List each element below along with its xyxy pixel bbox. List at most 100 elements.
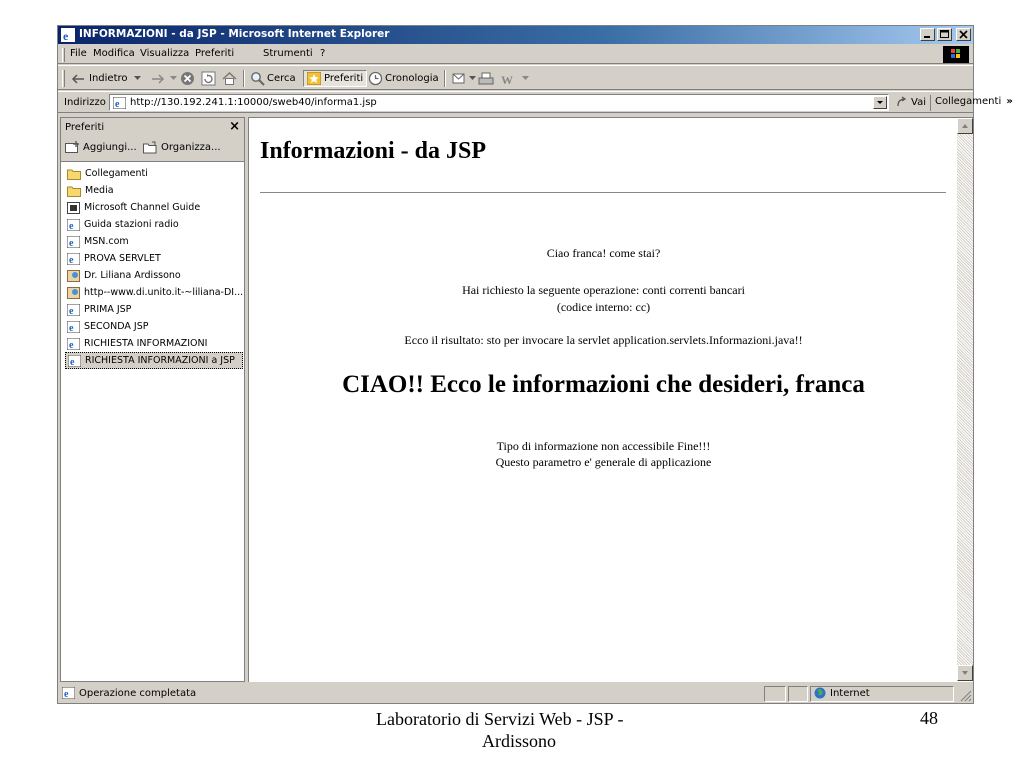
close-button[interactable] xyxy=(956,28,971,41)
scroll-down-button[interactable] xyxy=(957,665,973,681)
slide-page-number: 48 xyxy=(920,708,938,728)
image-page-icon xyxy=(67,286,80,299)
windows-logo xyxy=(943,46,969,63)
security-zone[interactable]: Internet xyxy=(814,687,870,699)
add-favorite-icon xyxy=(65,141,79,153)
menu-strumenti[interactable]: Strumenti xyxy=(263,48,313,59)
close-pane-icon[interactable]: × xyxy=(229,119,240,134)
title-bar[interactable]: e INFORMAZIONI - da JSP - Microsoft Inte… xyxy=(58,26,973,44)
favorite-item-label: PRIMA JSP xyxy=(84,304,132,315)
address-dropdown-button[interactable] xyxy=(873,96,887,109)
svg-text:e: e xyxy=(70,357,75,367)
go-button[interactable]: Vai xyxy=(896,96,926,108)
request-text: Hai richiesto la seguente operazione: co… xyxy=(462,283,745,297)
favorite-item-label: MSN.com xyxy=(84,236,129,247)
big-message: CIAO!! Ecco le informazioni che desideri… xyxy=(342,371,865,398)
favorite-item[interactable]: e PRIMA JSP xyxy=(65,301,243,318)
browser-window: e INFORMAZIONI - da JSP - Microsoft Inte… xyxy=(57,25,1013,704)
favorite-item[interactable]: Collegamenti xyxy=(65,165,243,182)
favorite-item[interactable]: e RICHIESTA INFORMAZIONI a JSP xyxy=(65,352,243,369)
search-icon xyxy=(251,72,265,86)
favorites-tools: Aggiungi... Organizza... xyxy=(61,136,244,162)
favorite-item[interactable]: e RICHIESTA INFORMAZIONI xyxy=(65,335,243,352)
scroll-up-icon xyxy=(962,124,968,128)
menu-file[interactable]: File xyxy=(70,48,87,59)
favorites-pane: Preferiti × Aggiungi... Organizza... Col… xyxy=(60,117,245,682)
greeting-text: Ciao franca! come stai? xyxy=(546,246,661,260)
menu-grip[interactable] xyxy=(62,48,65,62)
search-button[interactable]: Cerca xyxy=(250,70,296,87)
favorites-button[interactable]: Preferiti xyxy=(303,70,368,87)
svg-text:e: e xyxy=(69,255,74,265)
add-favorite-button[interactable]: Aggiungi... xyxy=(65,141,137,154)
windows-flag-icon xyxy=(951,49,960,58)
favorite-item-label: Collegamenti xyxy=(85,168,148,179)
address-url: http://130.192.241.1:10000/sweb40/inform… xyxy=(130,97,377,108)
favorite-item-label: Dr. Liliana Ardissono xyxy=(84,270,181,281)
ie-page-icon: e xyxy=(113,97,126,109)
favorite-item-label: Media xyxy=(85,185,114,196)
favorite-item-label: SECONDA JSP xyxy=(84,321,149,332)
address-label: Indirizzo xyxy=(64,97,106,108)
ie-page-icon: e xyxy=(67,252,80,265)
favorite-item[interactable]: Media xyxy=(65,182,243,199)
favorite-item[interactable]: e PROVA SERVLET xyxy=(65,250,243,267)
print-button[interactable] xyxy=(478,70,494,87)
favorite-item[interactable]: e SECONDA JSP xyxy=(65,318,243,335)
chevron-down-icon xyxy=(522,76,529,80)
refresh-button[interactable] xyxy=(201,70,216,87)
ie-page-icon: e xyxy=(62,687,75,699)
edit-button[interactable]: W xyxy=(500,70,516,87)
menu-preferiti[interactable]: Preferiti xyxy=(195,48,234,59)
edit-word-icon: W xyxy=(501,73,513,86)
svg-text:e: e xyxy=(69,221,74,231)
organize-favorites-button[interactable]: Organizza... xyxy=(143,141,221,154)
forward-arrow-icon xyxy=(152,73,165,84)
request-code-text: (codice interno: cc) xyxy=(556,300,651,314)
toolbar-grip[interactable] xyxy=(62,70,65,87)
menu-modifica[interactable]: Modifica xyxy=(93,48,135,59)
favorite-item[interactable]: Microsoft Channel Guide xyxy=(65,199,243,216)
stop-button[interactable] xyxy=(180,70,195,87)
folder-icon xyxy=(67,185,81,197)
links-label: Collegamenti xyxy=(935,96,1002,107)
menu-help[interactable]: ? xyxy=(320,48,325,59)
favorite-item-label: Guida stazioni radio xyxy=(84,219,179,230)
menu-visualizza[interactable]: Visualizza xyxy=(140,48,189,59)
refresh-icon xyxy=(201,71,216,86)
go-label: Vai xyxy=(911,96,926,108)
favorite-item[interactable]: http--www.di.unito.it-~liliana-DI... xyxy=(65,284,243,301)
back-label: Indietro xyxy=(89,73,128,84)
favorite-item[interactable]: e MSN.com xyxy=(65,233,243,250)
result-text: Ecco il risultato: sto per invocare la s… xyxy=(404,333,803,347)
history-button[interactable]: Cronologia xyxy=(368,70,439,87)
status-bar: e Operazione completata Internet xyxy=(58,685,973,703)
web-content-area: Informazioni - da JSP Ciao franca! come … xyxy=(248,117,973,682)
maximize-button[interactable] xyxy=(937,28,952,41)
scroll-down-icon xyxy=(962,671,968,675)
vertical-scrollbar[interactable] xyxy=(957,118,973,681)
back-button[interactable]: Indietro xyxy=(70,70,141,87)
forward-button[interactable] xyxy=(151,70,177,87)
home-button[interactable] xyxy=(222,70,237,87)
ie-page-icon: e xyxy=(67,235,80,248)
resize-grip-icon[interactable] xyxy=(960,690,972,702)
mail-icon xyxy=(452,73,465,84)
close-icon xyxy=(959,30,968,39)
zone-label: Internet xyxy=(830,687,870,699)
favorite-item[interactable]: e Guida stazioni radio xyxy=(65,216,243,233)
links-button[interactable]: Collegamenti » xyxy=(930,95,1013,111)
mail-button[interactable] xyxy=(452,70,476,87)
favorites-pane-title: Preferiti xyxy=(65,122,105,133)
forward-dropdown-icon xyxy=(170,76,177,80)
page-heading: Informazioni - da JSP xyxy=(260,138,487,164)
favorite-item[interactable]: Dr. Liliana Ardissono xyxy=(65,267,243,284)
svg-text:e: e xyxy=(69,306,74,316)
scroll-up-button[interactable] xyxy=(957,118,973,134)
ie-page-icon: e xyxy=(67,337,80,350)
more-tools-button[interactable] xyxy=(522,70,529,87)
favorites-list: Collegamenti Media Microsoft Channel Guide… xyxy=(65,165,243,369)
address-input[interactable]: e http://130.192.241.1:10000/sweb40/info… xyxy=(109,94,889,111)
ie-page-icon: e xyxy=(67,218,80,231)
minimize-button[interactable] xyxy=(920,28,935,41)
